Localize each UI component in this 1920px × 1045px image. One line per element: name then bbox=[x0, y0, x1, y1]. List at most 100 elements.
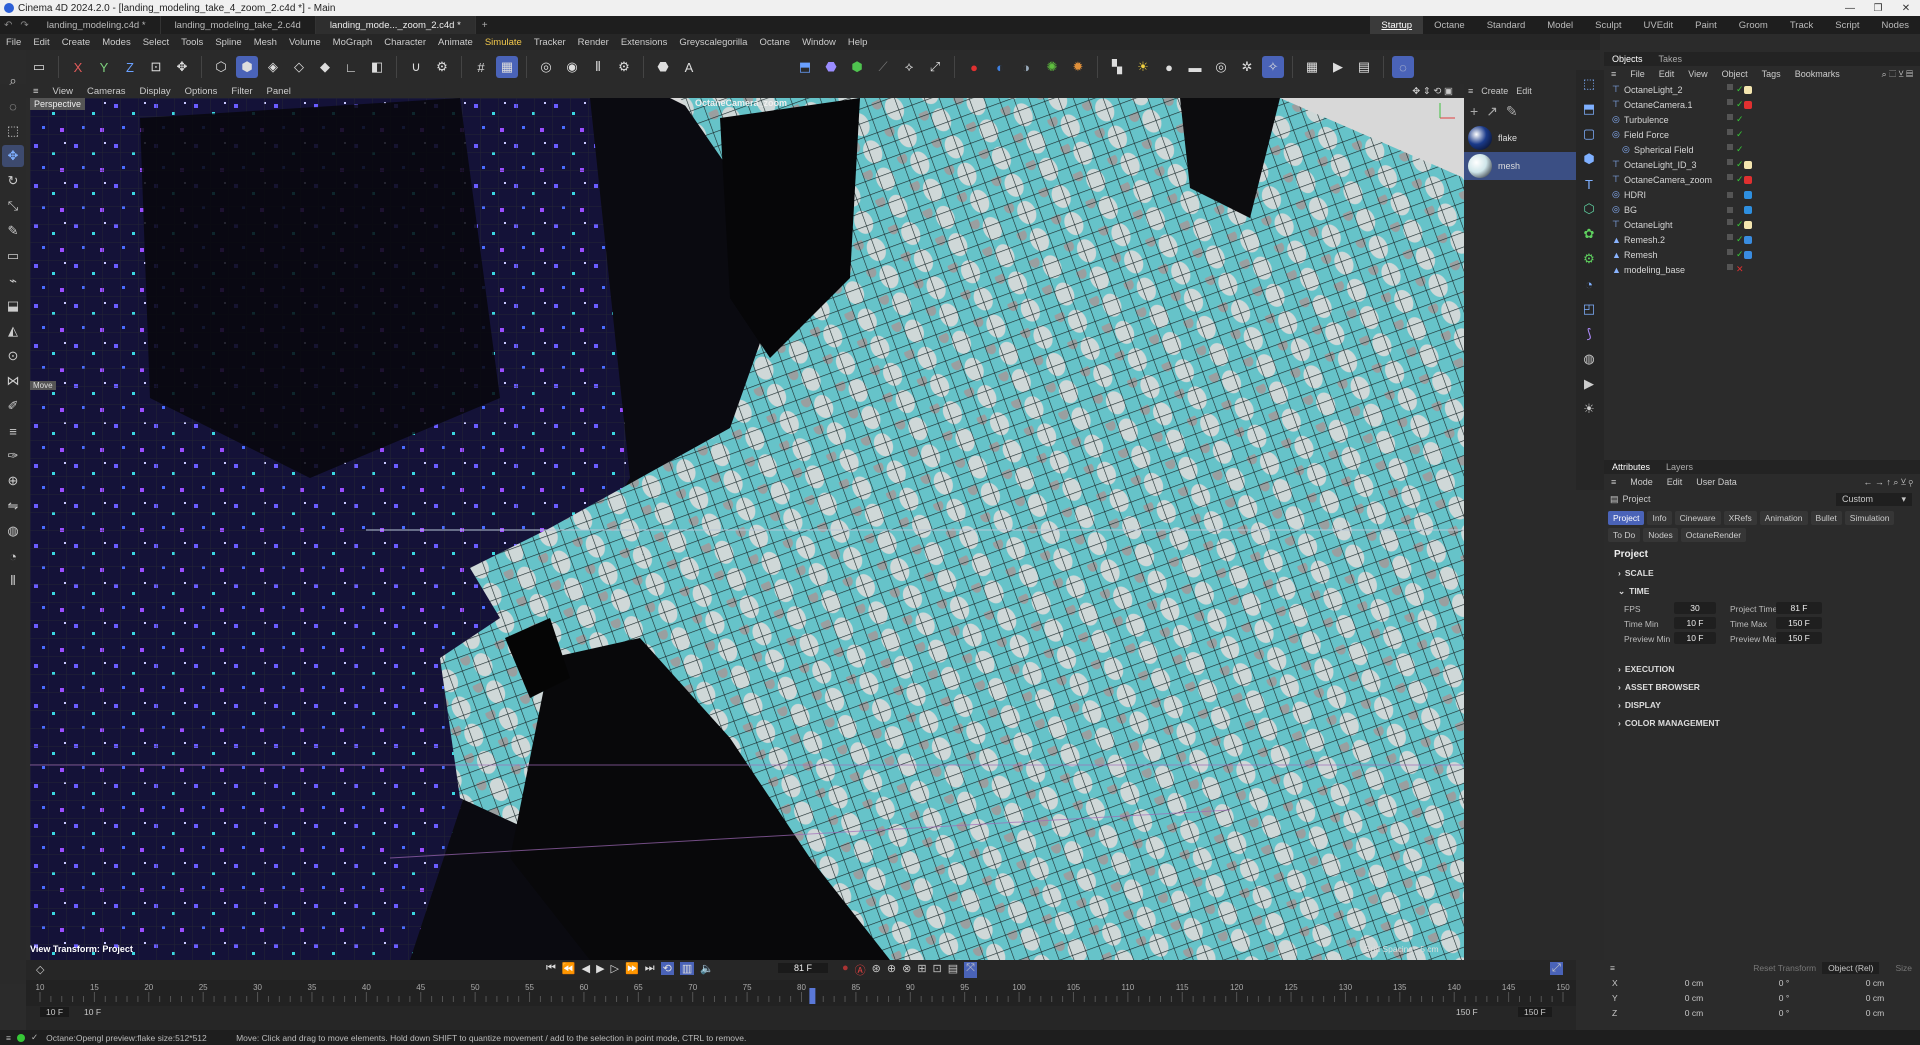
attributes-menu-edit[interactable]: Edit bbox=[1660, 477, 1690, 487]
visibility-check-icon[interactable]: ✓ bbox=[1736, 159, 1744, 170]
layout-tab-groom[interactable]: Groom bbox=[1728, 16, 1779, 34]
attribute-tab-bullet[interactable]: Bullet bbox=[1810, 511, 1842, 525]
measure-icon[interactable]: ▭ bbox=[2, 245, 24, 267]
live-selection-icon[interactable]: ◌ bbox=[2, 95, 24, 117]
mirror-tool-icon[interactable]: ⫴ bbox=[2, 570, 24, 592]
menu-simulate[interactable]: Simulate bbox=[479, 37, 528, 48]
camera-icon[interactable]: ⬒ bbox=[1578, 98, 1600, 120]
fps-field[interactable]: 30 bbox=[1674, 602, 1716, 614]
tag-icon[interactable] bbox=[1744, 175, 1752, 184]
deformer-strip-icon[interactable]: ◔ bbox=[1578, 273, 1600, 295]
layout-tab-startup[interactable]: Startup bbox=[1370, 16, 1424, 34]
visibility-check-icon[interactable]: ✓ bbox=[1736, 84, 1744, 95]
attribute-tab-xrefs[interactable]: XRefs bbox=[1723, 511, 1757, 525]
menu-mesh[interactable]: Mesh bbox=[248, 37, 283, 48]
menu-render[interactable]: Render bbox=[572, 37, 615, 48]
menu-mograph[interactable]: MoGraph bbox=[327, 37, 379, 48]
octane-node-icon[interactable]: ✺ bbox=[1041, 56, 1063, 78]
object-tags[interactable] bbox=[1744, 160, 1752, 169]
object-flags[interactable]: ✓ bbox=[1727, 174, 1744, 185]
object-tags[interactable] bbox=[1744, 205, 1752, 214]
text-icon[interactable]: T bbox=[1578, 173, 1600, 195]
attribute-tab-animation[interactable]: Animation bbox=[1759, 511, 1808, 525]
time-max-field[interactable]: 150 F bbox=[1776, 617, 1822, 629]
render-settings-icon[interactable]: ✧ bbox=[1262, 56, 1284, 78]
coord-size-field[interactable]: 0 cm bbox=[1840, 978, 1910, 988]
checker-icon[interactable]: ▚ bbox=[1106, 56, 1128, 78]
tag-icon[interactable] bbox=[1744, 100, 1752, 109]
python-icon[interactable]: ⬒ bbox=[794, 56, 816, 78]
record-icon[interactable]: ● bbox=[842, 962, 849, 978]
weld-icon[interactable]: ⊙ bbox=[2, 345, 24, 367]
menu-edit[interactable]: Edit bbox=[27, 37, 55, 48]
section-execution[interactable]: › EXECUTION bbox=[1604, 660, 1920, 678]
layout-tab-octane[interactable]: Octane bbox=[1423, 16, 1476, 34]
paint-icon[interactable]: ✐ bbox=[2, 395, 24, 417]
object-row[interactable]: ⊤ OctaneLight ✓ bbox=[1604, 217, 1920, 232]
objects-search-icon[interactable]: ⌕ ⬚ ⊻ ▤ bbox=[1875, 69, 1920, 80]
preview-max-field[interactable]: 150 F bbox=[1776, 632, 1822, 644]
light-icon[interactable]: ☀ bbox=[1578, 398, 1600, 420]
sound-icon[interactable]: 🔈 bbox=[700, 962, 714, 975]
keyframe-icon[interactable]: ◇ bbox=[36, 963, 44, 976]
object-row[interactable]: ▲ Remesh ✓ bbox=[1604, 247, 1920, 262]
object-mode-icon[interactable]: ⬢ bbox=[236, 56, 258, 78]
attributes-nav-icons[interactable]: ← → ↑ ⌕ ⊻ ⚲ bbox=[1856, 477, 1920, 488]
sun-icon[interactable]: ☀ bbox=[1132, 56, 1154, 78]
maximize-view-icon[interactable]: ⤢ bbox=[924, 56, 946, 78]
picture-viewer-icon[interactable]: ◌ bbox=[1392, 56, 1414, 78]
objects-menu-edit[interactable]: Edit bbox=[1652, 69, 1682, 79]
new-tab-icon[interactable]: + bbox=[476, 20, 494, 31]
texture-mode-icon[interactable]: ◧ bbox=[366, 56, 388, 78]
objects-menu-icon[interactable]: ≡ bbox=[1604, 69, 1623, 79]
scale-key-icon[interactable]: ⊞ bbox=[917, 962, 926, 978]
object-flags[interactable]: ✓ bbox=[1727, 129, 1744, 140]
visibility-check-icon[interactable]: ✓ bbox=[1736, 234, 1744, 245]
menu-spline[interactable]: Spline bbox=[209, 37, 247, 48]
preview-start-field[interactable]: 10 F bbox=[84, 1007, 101, 1017]
tag-icon[interactable] bbox=[1744, 235, 1752, 244]
interpolation-icon[interactable]: ⤧ bbox=[964, 962, 977, 978]
octane-toon-icon[interactable]: ✹ bbox=[1067, 56, 1089, 78]
material-menu-create[interactable]: Create bbox=[1477, 86, 1512, 96]
object-tags[interactable] bbox=[1744, 235, 1752, 244]
menu-file[interactable]: File bbox=[0, 37, 27, 48]
object-flags[interactable]: ✓ bbox=[1727, 114, 1744, 125]
gear-icon[interactable]: ✲ bbox=[1236, 56, 1258, 78]
coords-mode-dropdown[interactable]: Object (Rel) bbox=[1822, 962, 1880, 974]
objects-menu-view[interactable]: View bbox=[1681, 69, 1714, 79]
object-flags[interactable] bbox=[1727, 206, 1736, 213]
spline-icon[interactable]: ⟆ bbox=[1578, 323, 1600, 345]
tag-icon[interactable] bbox=[1744, 205, 1752, 214]
attributes-menu-icon[interactable]: ≡ bbox=[1604, 477, 1623, 487]
attributes-menu-mode[interactable]: Mode bbox=[1623, 477, 1660, 487]
menu-extensions[interactable]: Extensions bbox=[615, 37, 673, 48]
coord-size-field[interactable]: 0 cm bbox=[1840, 1008, 1910, 1018]
menu-volume[interactable]: Volume bbox=[283, 37, 327, 48]
play-icon[interactable]: ▶ bbox=[596, 962, 604, 975]
render-queue-icon[interactable]: ▤ bbox=[1353, 56, 1375, 78]
preview-end-field[interactable]: 150 F bbox=[1456, 1007, 1478, 1017]
scale-icon[interactable]: ⤡ bbox=[2, 195, 24, 217]
visibility-check-icon[interactable]: ✓ bbox=[1736, 99, 1744, 110]
layout-tab-track[interactable]: Track bbox=[1779, 16, 1824, 34]
pla-key-icon[interactable]: ▤ bbox=[948, 962, 958, 978]
x-axis-icon[interactable]: X bbox=[67, 56, 89, 78]
visibility-check-icon[interactable]: ✕ bbox=[1736, 264, 1744, 275]
object-row[interactable]: ◎ HDRI bbox=[1604, 187, 1920, 202]
brush-icon[interactable]: ✎ bbox=[2, 220, 24, 242]
layout-tab-paint[interactable]: Paint bbox=[1684, 16, 1728, 34]
objects-menu-bookmarks[interactable]: Bookmarks bbox=[1788, 69, 1847, 79]
3d-viewport[interactable]: Perspective OctaneCamera_zoom Move View … bbox=[30, 98, 1464, 960]
object-flags[interactable]: ✓ bbox=[1727, 249, 1744, 260]
snap-settings-icon[interactable]: ⚙ bbox=[431, 56, 453, 78]
visibility-check-icon[interactable]: ✓ bbox=[1736, 129, 1744, 140]
tag-icon[interactable] bbox=[1744, 220, 1752, 229]
effector-icon[interactable]: ⚙ bbox=[1578, 248, 1600, 270]
viewport-menu-filter[interactable]: Filter bbox=[224, 86, 259, 97]
tab-objects[interactable]: Objects bbox=[1604, 54, 1651, 64]
objects-menu-file[interactable]: File bbox=[1623, 69, 1652, 79]
object-row[interactable]: ⊤ OctaneCamera_zoom ✓ bbox=[1604, 172, 1920, 187]
viewport-menu-display[interactable]: Display bbox=[133, 86, 178, 97]
menu-tracker[interactable]: Tracker bbox=[528, 37, 572, 48]
